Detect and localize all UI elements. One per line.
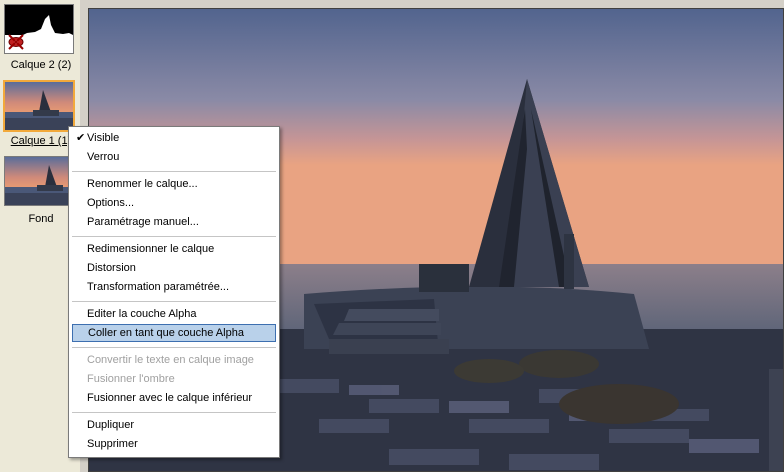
menu-item-label: Paramétrage manuel... (87, 216, 199, 228)
menu-item-label: Coller en tant que couche Alpha (88, 327, 244, 339)
menu-item-verrou[interactable]: Verrou (72, 148, 276, 166)
menu-item-paste-as-alpha[interactable]: Coller en tant que couche Alpha (72, 324, 276, 342)
menu-item-duplicate[interactable]: Dupliquer (72, 416, 276, 434)
menu-item-label: Fusionner l'ombre (87, 373, 175, 385)
menu-item-merge-down[interactable]: Fusionner avec le calque inférieur (72, 389, 276, 407)
menu-item-delete[interactable]: Supprimer (72, 435, 276, 453)
layer-thumbnail[interactable] (4, 156, 74, 206)
menu-item-label: Visible (87, 132, 120, 144)
menu-item-label: Dupliquer (87, 419, 135, 431)
menu-item-convert-text[interactable]: Convertir le texte en calque image (72, 351, 276, 369)
menu-item-label: Editer la couche Alpha (87, 308, 197, 320)
menu-item-label: Verrou (87, 151, 120, 163)
menu-separator (72, 412, 276, 413)
menu-item-label: Renommer le calque... (87, 178, 198, 190)
menu-item-label: Redimensionner le calque (87, 243, 215, 255)
menu-separator (72, 347, 276, 348)
menu-item-rename[interactable]: Renommer le calque... (72, 175, 276, 193)
check-icon: ✔ (76, 132, 86, 144)
menu-item-label: Distorsion (87, 262, 136, 274)
menu-separator (72, 236, 276, 237)
menu-item-edit-alpha[interactable]: Editer la couche Alpha (72, 305, 276, 323)
layer-context-menu: ✔ Visible Verrou Renommer le calque... O… (68, 126, 280, 458)
menu-item-label: Supprimer (87, 438, 138, 450)
menu-separator (72, 301, 276, 302)
eye-crossed-icon[interactable] (7, 33, 25, 51)
menu-item-merge-shadow[interactable]: Fusionner l'ombre (72, 370, 276, 388)
menu-item-label: Transformation paramétrée... (87, 281, 230, 293)
menu-item-label: Convertir le texte en calque image (87, 354, 254, 366)
menu-item-label: Fusionner avec le calque inférieur (87, 392, 253, 404)
menu-item-visible[interactable]: ✔ Visible (72, 129, 276, 147)
layer-label: Calque 2 (2) (10, 59, 72, 71)
menu-item-parametric-transform[interactable]: Transformation paramétrée... (72, 278, 276, 296)
menu-item-label: Options... (87, 197, 135, 209)
menu-item-resize-layer[interactable]: Redimensionner le calque (72, 240, 276, 258)
menu-item-distortion[interactable]: Distorsion (72, 259, 276, 277)
layer-thumbnail[interactable] (3, 80, 75, 132)
layer-thumbnail[interactable] (4, 4, 74, 54)
menu-separator (72, 171, 276, 172)
menu-item-manual-settings[interactable]: Paramétrage manuel... (72, 213, 276, 231)
menu-item-options[interactable]: Options... (72, 194, 276, 212)
